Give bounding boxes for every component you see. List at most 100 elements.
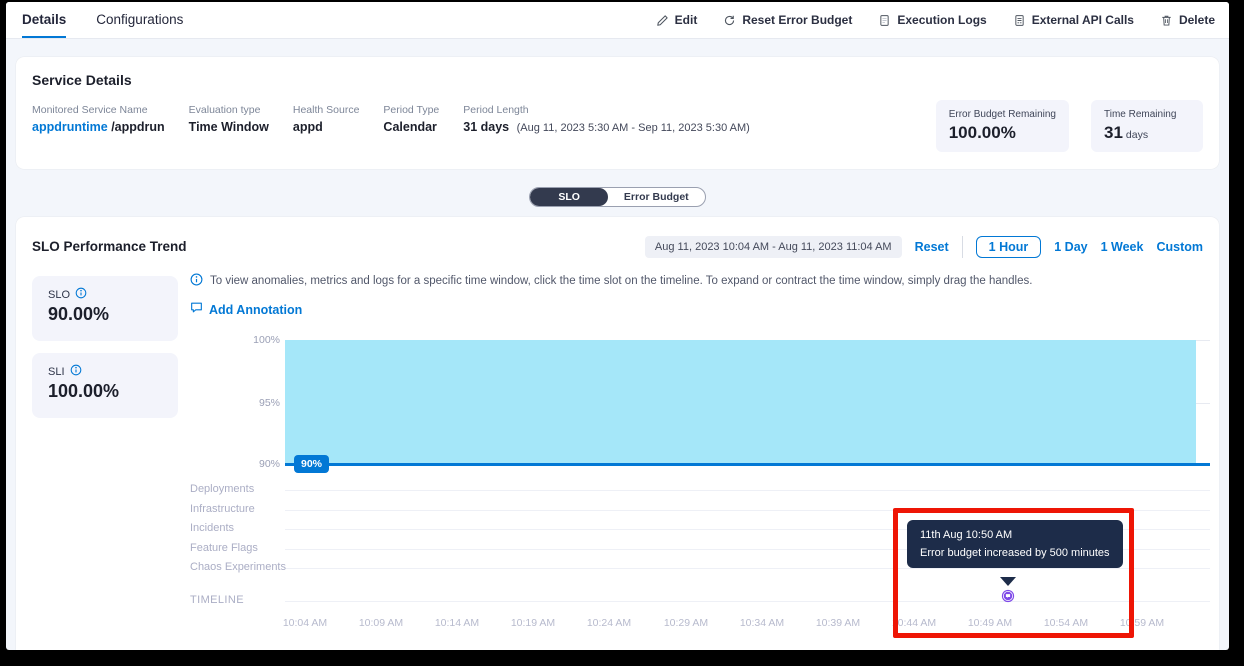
trend-title: SLO Performance Trend	[32, 239, 187, 254]
y-tick-90: 90%	[232, 458, 280, 470]
tab-details[interactable]: Details	[22, 2, 66, 38]
external-api-calls-button[interactable]: External API Calls	[1013, 13, 1134, 27]
time-remaining-value: 31	[1104, 123, 1123, 142]
field-evaluation-type: Evaluation type Time Window	[189, 104, 269, 134]
lane-infrastructure: Infrastructure	[190, 503, 255, 515]
lane-deployments: Deployments	[190, 483, 254, 495]
controls-divider	[962, 236, 963, 258]
reset-icon	[723, 14, 736, 27]
period-length-value: 31 days	[463, 120, 509, 134]
field-value: Calendar	[383, 120, 439, 134]
info-icon[interactable]	[70, 364, 82, 379]
x-tick: 10:19 AM	[511, 617, 555, 629]
reset-error-budget-button[interactable]: Reset Error Budget	[723, 13, 852, 27]
sli-card-label: SLI	[48, 366, 65, 378]
service-details-card: Service Details Monitored Service Name a…	[16, 57, 1219, 169]
x-tick: 10:39 AM	[816, 617, 860, 629]
time-remaining-unit: days	[1126, 129, 1148, 141]
slo-card-value: 90.00%	[48, 304, 162, 325]
tooltip-body: Error budget increased by 500 minutes	[920, 547, 1110, 559]
execution-logs-label: Execution Logs	[897, 13, 986, 27]
api-document-icon	[1013, 14, 1026, 27]
monitored-service-link[interactable]: appdruntime	[32, 120, 108, 134]
error-budget-remaining-label: Error Budget Remaining	[949, 109, 1056, 120]
timeline-info: To view anomalies, metrics and logs for …	[190, 273, 1032, 289]
view-toggle: SLO Error Budget	[529, 187, 705, 207]
error-budget-remaining-card: Error Budget Remaining 100.00%	[936, 100, 1069, 152]
tab-configurations[interactable]: Configurations	[96, 2, 183, 38]
top-header: Details Configurations Edit Reset Error …	[6, 2, 1229, 39]
annotation-tooltip: 11th Aug 10:50 AM Error budget increased…	[907, 520, 1123, 568]
tooltip-title: 11th Aug 10:50 AM	[920, 529, 1110, 541]
view-toggle-row: SLO Error Budget	[16, 169, 1219, 217]
tooltip-arrow	[1000, 577, 1016, 586]
time-range-controls: Aug 11, 2023 10:04 AM - Aug 11, 2023 11:…	[645, 236, 1203, 258]
header-actions: Edit Reset Error Budget Execution Logs E…	[656, 2, 1215, 38]
pencil-icon	[656, 14, 669, 27]
field-label: Evaluation type	[189, 104, 269, 116]
y-tick-100: 100%	[232, 334, 280, 346]
delete-button[interactable]: Delete	[1160, 13, 1215, 27]
error-budget-remaining-value: 100.00%	[949, 123, 1056, 143]
toggle-error-budget[interactable]: Error Budget	[608, 188, 705, 206]
timeline-info-text: To view anomalies, metrics and logs for …	[210, 275, 1032, 287]
field-period-type: Period Type Calendar	[383, 104, 439, 134]
y-tick-95: 95%	[232, 397, 280, 409]
execution-logs-button[interactable]: Execution Logs	[878, 13, 986, 27]
field-label: Health Source	[293, 104, 360, 116]
x-tick: 10:04 AM	[283, 617, 327, 629]
delete-label: Delete	[1179, 13, 1215, 27]
reset-error-budget-label: Reset Error Budget	[742, 13, 852, 27]
speech-bubble-icon	[190, 301, 203, 319]
field-monitored-service: Monitored Service Name appdruntime /appd…	[32, 104, 165, 134]
reset-link[interactable]: Reset	[915, 240, 949, 254]
lane-line	[285, 490, 1210, 491]
slo-performance-trend-card: SLO Performance Trend Aug 11, 2023 10:04…	[16, 217, 1219, 650]
summary-cards: Error Budget Remaining 100.00% Time Rema…	[936, 100, 1203, 152]
timeline-label: TIMELINE	[190, 594, 244, 606]
toggle-slo[interactable]: SLO	[530, 188, 608, 206]
x-tick: 10:14 AM	[435, 617, 479, 629]
x-tick: 10:09 AM	[359, 617, 403, 629]
edit-button[interactable]: Edit	[656, 13, 698, 27]
field-label: Monitored Service Name	[32, 104, 165, 116]
range-1-day-button[interactable]: 1 Day	[1054, 240, 1087, 254]
monitored-service-rest: /appdrun	[111, 120, 164, 134]
info-icon	[190, 273, 203, 289]
external-api-calls-label: External API Calls	[1032, 13, 1134, 27]
slo-threshold-badge: 90%	[294, 455, 329, 473]
trash-icon	[1160, 14, 1173, 27]
x-tick: 10:34 AM	[740, 617, 784, 629]
service-details-title: Service Details	[32, 72, 1203, 88]
lane-feature-flags: Feature Flags	[190, 542, 258, 554]
service-details-fields: Monitored Service Name appdruntime /appd…	[32, 104, 1203, 152]
range-1-hour-button[interactable]: 1 Hour	[976, 236, 1042, 258]
range-custom-button[interactable]: Custom	[1156, 240, 1203, 254]
field-value: Time Window	[189, 120, 269, 134]
info-icon[interactable]	[75, 287, 87, 302]
x-tick: 10:24 AM	[587, 617, 631, 629]
lane-chaos-experiments: Chaos Experiments	[190, 561, 286, 573]
slo-threshold-line	[285, 463, 1210, 466]
field-value: appd	[293, 120, 360, 134]
range-1-week-button[interactable]: 1 Week	[1101, 240, 1144, 254]
slo-card-label: SLO	[48, 289, 70, 301]
edit-label: Edit	[675, 13, 698, 27]
field-health-source: Health Source appd	[293, 104, 360, 134]
x-tick: 10:29 AM	[664, 617, 708, 629]
period-length-note: (Aug 11, 2023 5:30 AM - Sep 11, 2023 5:3…	[517, 122, 750, 134]
field-label: Period Type	[383, 104, 439, 116]
page-body: Service Details Monitored Service Name a…	[6, 39, 1229, 650]
tab-bar: Details Configurations	[22, 2, 183, 38]
document-icon	[878, 14, 891, 27]
sli-area-series[interactable]	[285, 340, 1196, 465]
app-window: Details Configurations Edit Reset Error …	[6, 2, 1229, 650]
slo-card: SLO 90.00%	[32, 276, 178, 341]
add-annotation-label: Add Annotation	[209, 303, 302, 317]
sli-card-value: 100.00%	[48, 381, 162, 402]
add-annotation-button[interactable]: Add Annotation	[190, 301, 302, 319]
lane-incidents: Incidents	[190, 522, 234, 534]
annotation-marker-icon[interactable]	[1001, 589, 1015, 603]
field-period-length: Period Length 31 days (Aug 11, 2023 5:30…	[463, 104, 750, 134]
date-range-chip[interactable]: Aug 11, 2023 10:04 AM - Aug 11, 2023 11:…	[645, 236, 902, 258]
